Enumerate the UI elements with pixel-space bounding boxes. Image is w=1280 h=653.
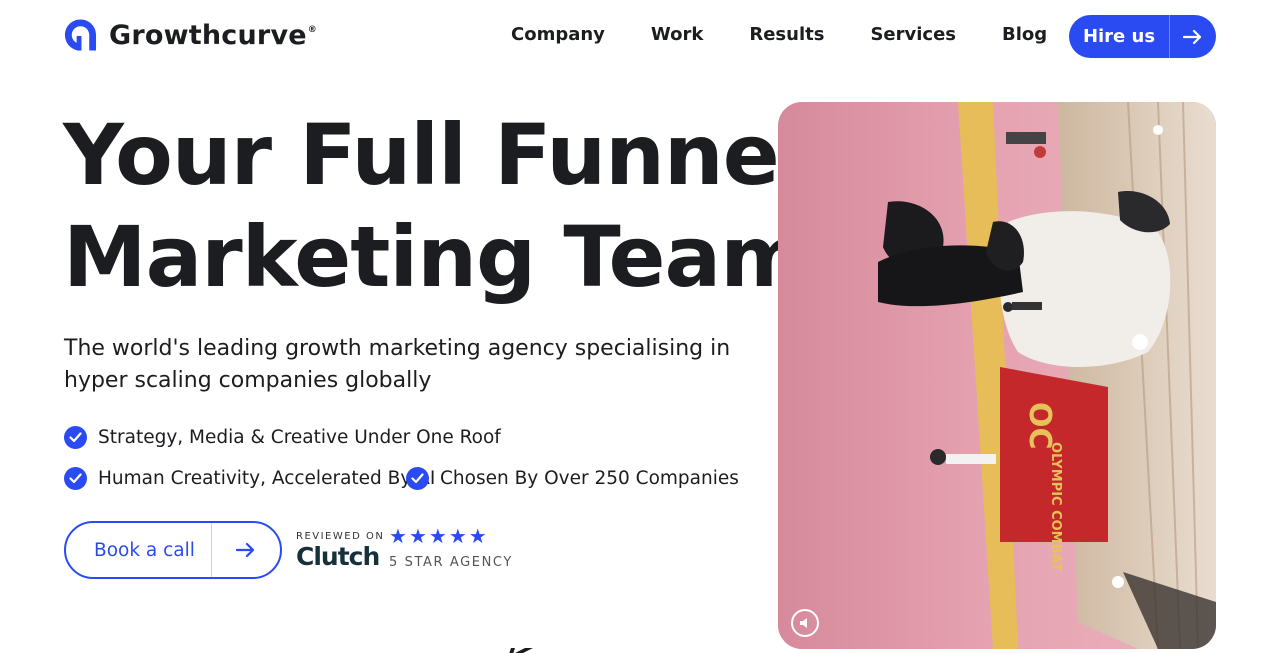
star-icon: ★ xyxy=(389,524,407,548)
headline-line-1: Your Full Funnel xyxy=(63,106,808,204)
check-circle-icon xyxy=(64,467,87,490)
feature-item: Strategy, Media & Creative Under One Roo… xyxy=(64,426,501,449)
arrow-right-icon xyxy=(212,542,280,558)
star-agency-label: 5 STAR AGENCY xyxy=(389,555,513,570)
banner-text: OLYMPIC COMBAT xyxy=(1048,442,1063,572)
book-a-call-button[interactable]: Book a call xyxy=(64,521,282,579)
feature-item: Human Creativity, Accelerated By AI xyxy=(64,467,435,490)
check-circle-icon xyxy=(64,426,87,449)
hire-us-label: Hire us xyxy=(1082,26,1156,47)
nav-link-company[interactable]: Company xyxy=(511,24,605,45)
reviewed-on-label: REVIEWED ON xyxy=(296,531,385,542)
brand-logo[interactable]: Growthcurve® xyxy=(64,18,317,52)
nav-link-blog[interactable]: Blog xyxy=(1002,24,1047,45)
star-icon: ★ xyxy=(448,524,467,548)
feature-text: Chosen By Over 250 Companies xyxy=(440,468,739,489)
nav-link-results[interactable]: Results xyxy=(749,24,824,45)
headline-line-2: Marketing Team xyxy=(63,208,808,306)
hire-us-button[interactable]: Hire us xyxy=(1069,15,1216,58)
speaker-muted-icon xyxy=(800,618,807,628)
video-frame: OC OLYMPIC COMBAT xyxy=(778,102,1216,649)
star-icon: ★ xyxy=(428,524,447,548)
check-circle-icon xyxy=(406,467,429,490)
book-a-call-label: Book a call xyxy=(94,539,195,561)
feature-text: Strategy, Media & Creative Under One Roo… xyxy=(98,427,501,448)
hero-video[interactable]: OC OLYMPIC COMBAT xyxy=(778,102,1216,649)
arrow-right-icon xyxy=(1170,29,1216,45)
brand-name: Growthcurve® xyxy=(109,19,317,51)
feature-item: Chosen By Over 250 Companies xyxy=(406,467,739,490)
feature-text: Human Creativity, Accelerated By AI xyxy=(98,468,436,489)
top-navigation: Growthcurve® Company Work Results Servic… xyxy=(0,0,1280,72)
star-rating: ★ ★ ★ ★ ★ xyxy=(389,526,489,546)
mute-toggle-button[interactable] xyxy=(791,609,819,637)
growthcurve-logo-icon xyxy=(64,19,97,51)
partial-client-logo xyxy=(509,648,533,653)
star-icon: ★ xyxy=(408,524,427,548)
star-icon: ★ xyxy=(468,524,487,548)
hero-subtitle: The world's leading growth marketing age… xyxy=(64,336,731,393)
main-menu: Company Work Results Services Blog xyxy=(511,24,1093,45)
nav-link-work[interactable]: Work xyxy=(651,24,703,45)
hero-headline: Your Full Funnel Marketing Team xyxy=(63,104,808,308)
nav-link-services[interactable]: Services xyxy=(870,24,956,45)
clutch-logo: Clutch xyxy=(296,542,380,571)
